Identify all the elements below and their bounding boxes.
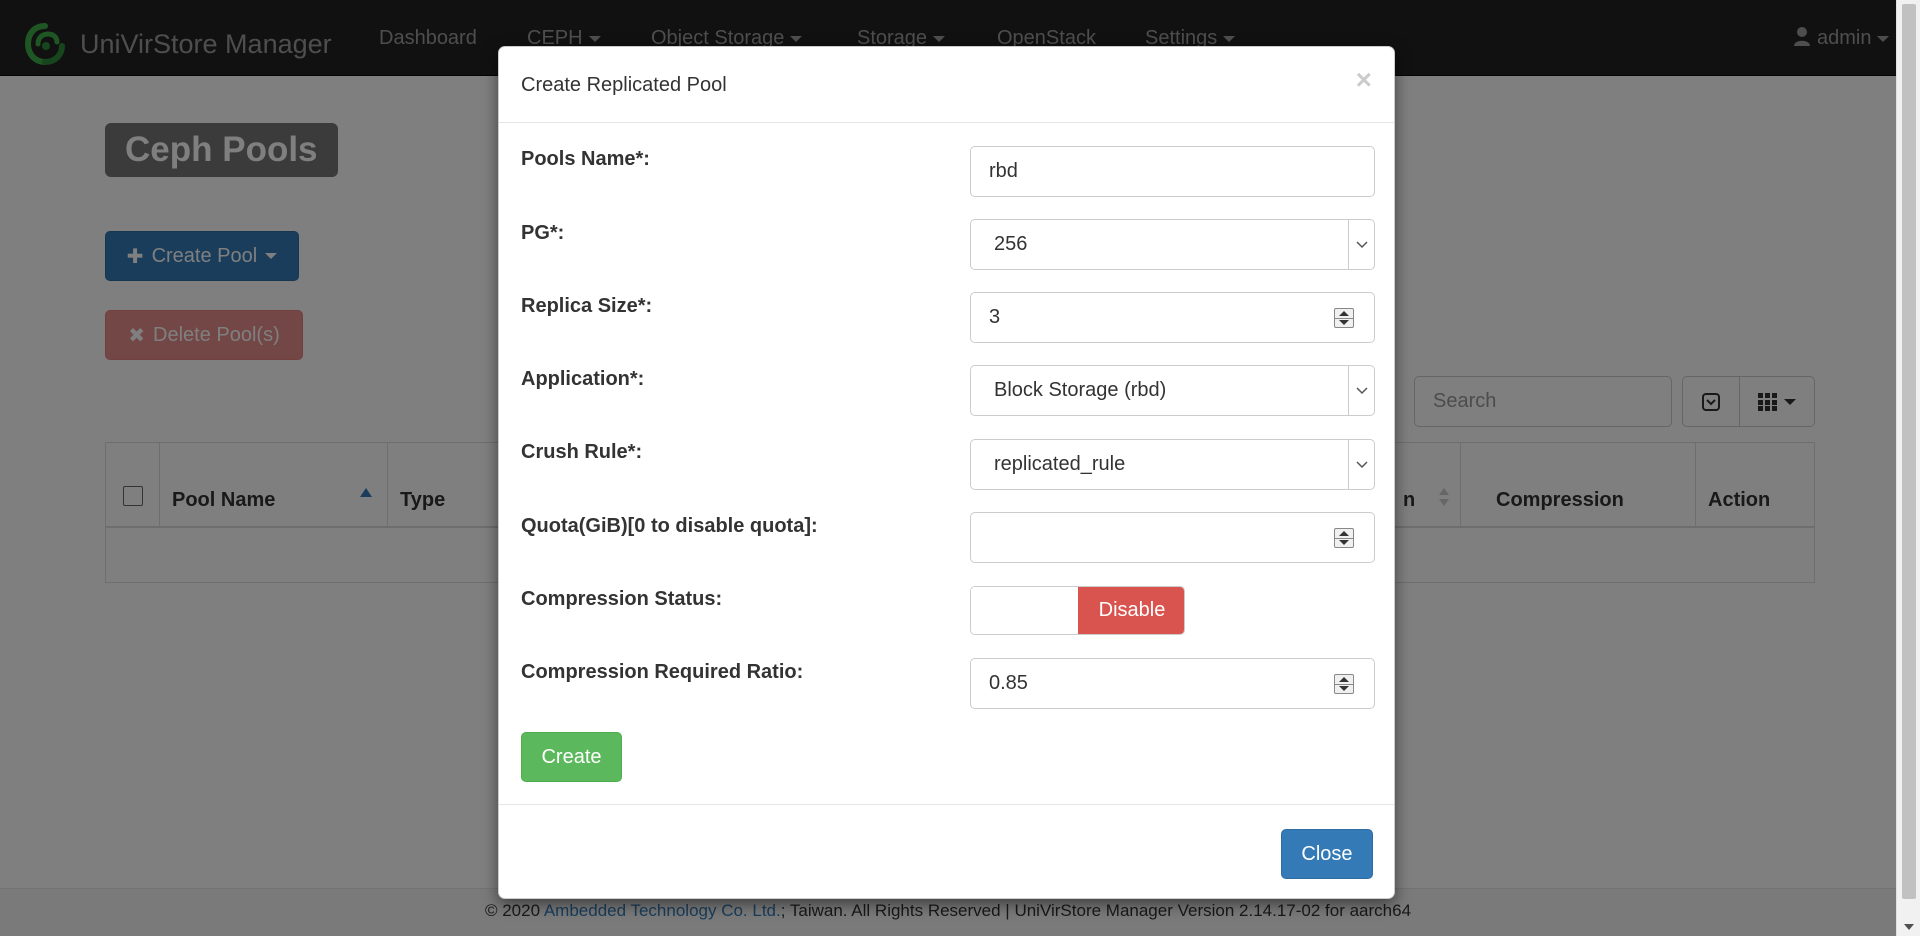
application-value: Block Storage (rbd) [994,379,1167,401]
compression-status-label: Compression Status: [521,588,723,610]
pool-name-input[interactable]: rbd [970,146,1375,197]
pool-name-label: Pools Name*: [521,148,650,170]
spinner-icon[interactable] [1334,308,1354,328]
modal-footer: Close [499,804,1394,900]
scroll-down-icon[interactable] [1904,924,1914,930]
crush-rule-value: replicated_rule [994,453,1126,475]
application-select[interactable]: Block Storage (rbd) [970,365,1375,416]
pg-label: PG*: [521,222,565,244]
spinner-icon[interactable] [1334,528,1354,548]
quota-input[interactable] [970,512,1375,563]
modal-header: Create Replicated Pool × [499,47,1394,123]
quota-label: Quota(GiB)[0 to disable quota]: [521,515,818,537]
close-button[interactable]: Close [1281,829,1373,879]
create-replicated-pool-modal: Create Replicated Pool × Pools Name*: rb… [498,46,1395,899]
close-icon[interactable]: × [1356,66,1372,94]
replica-size-input[interactable]: 3 [970,292,1375,343]
compression-status-toggle[interactable]: Disable [970,586,1185,635]
compression-ratio-value: 0.85 [989,672,1028,694]
crush-rule-select[interactable]: replicated_rule [970,439,1375,490]
spinner-icon[interactable] [1334,674,1354,694]
replica-size-value: 3 [989,306,1001,328]
chevron-down-icon [1348,366,1374,415]
compression-ratio-input[interactable]: 0.85 [970,658,1375,709]
toggle-disable-side[interactable]: Disable [1078,587,1184,634]
chevron-down-icon [1348,220,1374,269]
pg-select[interactable]: 256 [970,219,1375,270]
modal-title: Create Replicated Pool [521,74,727,96]
crush-rule-label: Crush Rule*: [521,441,643,463]
application-label: Application*: [521,368,645,390]
pg-value: 256 [994,233,1028,255]
scrollbar[interactable] [1896,0,1920,936]
scrollbar-thumb[interactable] [1902,4,1916,899]
compression-ratio-label: Compression Required Ratio: [521,661,804,683]
replica-size-label: Replica Size*: [521,295,653,317]
chevron-down-icon [1348,440,1374,489]
toggle-enable-side[interactable] [971,587,1078,634]
pool-name-value: rbd [989,160,1018,182]
create-button[interactable]: Create [521,732,622,782]
